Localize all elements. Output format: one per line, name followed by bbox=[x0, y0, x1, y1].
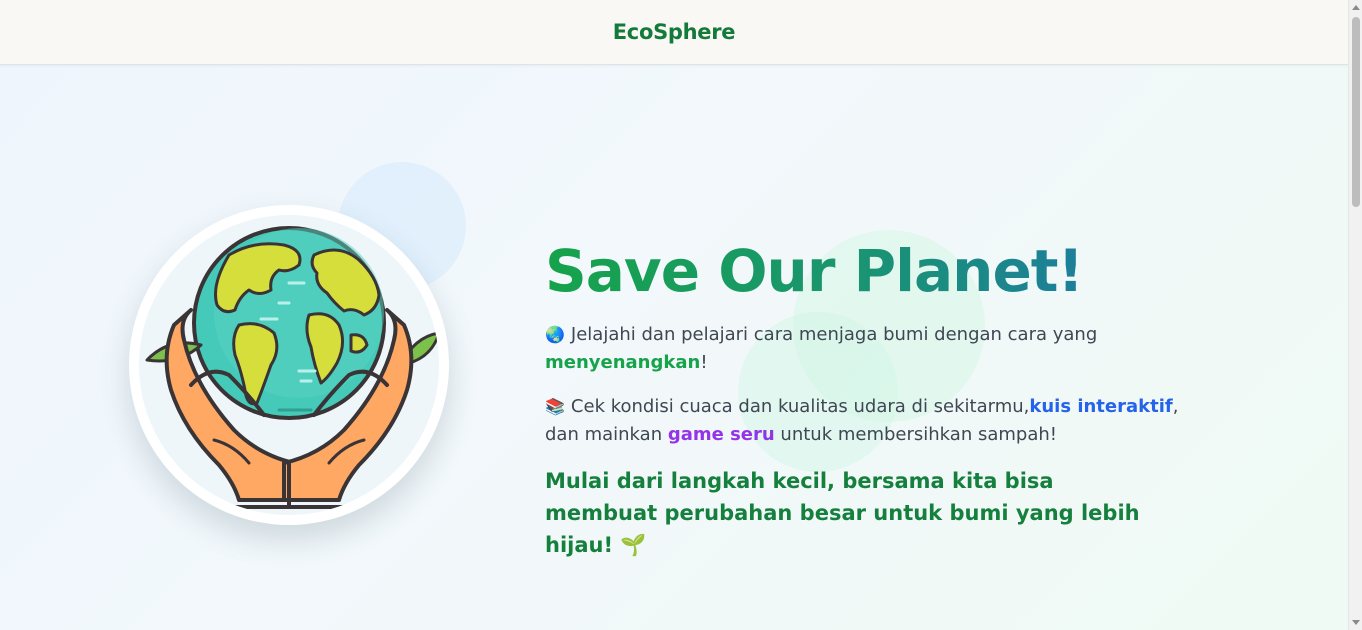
hero-description-2: 📚 Cek kondisi cuaca dan kualitas udara di… bbox=[545, 393, 1205, 449]
hero-cta-text: Mulai dari langkah kecil, bersama kita b… bbox=[545, 465, 1165, 561]
description-text: Jelajahi dan pelajari cara menjaga bumi … bbox=[570, 324, 1098, 345]
hero-description-1: 🌏 Jelajahi dan pelajari cara menjaga bumi… bbox=[545, 321, 1205, 377]
hands-holding-globe-icon bbox=[139, 215, 439, 515]
quiz-highlight: kuis interaktif bbox=[1029, 396, 1173, 417]
brand-logo[interactable]: EcoSphere bbox=[613, 20, 736, 44]
vertical-scrollbar[interactable] bbox=[1348, 0, 1362, 630]
hero-title: Save Our Planet! bbox=[545, 236, 1245, 306]
books-icon: 📚 bbox=[545, 397, 565, 416]
game-highlight: game seru bbox=[667, 424, 775, 445]
scroll-down-icon[interactable] bbox=[1352, 620, 1360, 625]
scroll-up-icon[interactable] bbox=[1352, 5, 1360, 10]
hero-section: Save Our Planet! 🌏 Jelajahi dan pelajari … bbox=[545, 236, 1245, 561]
description-text: untuk membersihkan sampah! bbox=[774, 424, 1057, 445]
description-text: ! bbox=[700, 352, 708, 373]
globe-icon: 🌏 bbox=[545, 325, 565, 344]
description-text: Cek kondisi cuaca dan kualitas udara di … bbox=[570, 396, 1030, 417]
navbar: EcoSphere bbox=[0, 0, 1348, 65]
seedling-icon: 🌱 bbox=[620, 533, 647, 557]
hero-illustration bbox=[129, 205, 449, 525]
highlight-text: menyenangkan bbox=[545, 352, 701, 373]
scrollbar-thumb[interactable] bbox=[1352, 17, 1360, 207]
